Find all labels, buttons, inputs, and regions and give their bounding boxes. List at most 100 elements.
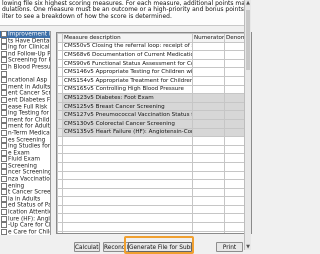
measure-list-item[interactable]: Screening for Hig xyxy=(0,57,50,64)
measure-description-cell[interactable]: CMS50v5 Closing the referral loop: recei… xyxy=(62,41,193,52)
measure-list-item[interactable]: ent Cancer Scr xyxy=(0,90,50,97)
numerator-cell[interactable] xyxy=(192,58,225,69)
checkbox-icon[interactable] xyxy=(1,143,7,150)
measure-list-item[interactable]: nd Follow-Up Plan xyxy=(0,50,50,58)
checkbox-icon[interactable] xyxy=(1,123,7,130)
measure-list-item[interactable]: ication Attention xyxy=(0,209,50,216)
measure-list-item[interactable]: ncer Screening xyxy=(0,169,50,176)
measure-description-cell[interactable]: CMS68v6 Documentation of Current Medicat… xyxy=(62,50,193,60)
measure-list-item[interactable]: e Care for Children xyxy=(0,228,50,235)
measure-description-cell[interactable]: CMS135v5 Heart Failure (HF): Angiotensin… xyxy=(62,127,193,138)
checkbox-icon[interactable] xyxy=(1,50,7,57)
measure-description-cell[interactable]: CMS90v6 Functional Status Assessment for… xyxy=(62,58,193,69)
column-header-description[interactable]: Measure description xyxy=(62,33,193,43)
checkbox-icon[interactable] xyxy=(1,110,7,117)
checkbox-icon[interactable] xyxy=(1,182,7,189)
measure-list-item[interactable]: ening xyxy=(0,182,50,190)
checkbox-icon[interactable] xyxy=(1,57,7,64)
checkbox-icon[interactable] xyxy=(1,189,7,196)
print-button[interactable]: Print xyxy=(216,242,243,252)
scroll-thumb[interactable] xyxy=(246,10,250,70)
checkbox-icon[interactable] xyxy=(1,222,7,229)
checkbox-icon[interactable] xyxy=(1,70,7,77)
measure-list-item[interactable] xyxy=(0,70,50,78)
measure-description-cell[interactable]: CMS127v5 Pneumococcal Vaccination Status… xyxy=(62,110,193,120)
measure-list-item[interactable]: ia in Adults xyxy=(0,195,50,203)
measure-list-item[interactable]: ing Studies for Lo xyxy=(0,143,50,150)
numerator-cell[interactable] xyxy=(192,84,225,95)
checkbox-icon[interactable] xyxy=(1,149,7,156)
numerator-cell[interactable] xyxy=(192,41,225,52)
table-row[interactable]: CMS123v5 Diabetes: Foot Exam xyxy=(57,93,251,103)
measure-description-cell[interactable]: CMS123v5 Diabetes: Foot Exam xyxy=(62,93,193,103)
checkbox-icon[interactable] xyxy=(1,162,7,169)
scroll-down-icon[interactable]: ▼ xyxy=(245,244,251,250)
numerator-cell[interactable] xyxy=(192,101,225,112)
measure-list-item[interactable]: t Cancer Screening xyxy=(0,189,50,196)
table-row[interactable]: CMS68v6 Documentation of Current Medicat… xyxy=(57,50,251,60)
measure-list-item[interactable]: nza Vaccination xyxy=(0,176,50,183)
measure-list-item[interactable]: ent Diabetes Fo xyxy=(0,96,50,104)
numerator-cell[interactable] xyxy=(192,75,225,86)
measure-list-item[interactable]: es Screening xyxy=(0,136,50,144)
measure-list-item[interactable]: ed Status of Patie xyxy=(0,202,50,209)
column-header-numerator[interactable]: Numerator xyxy=(192,33,225,43)
table-row[interactable]: CMS50v5 Closing the referral loop: recei… xyxy=(57,41,251,52)
checkbox-icon[interactable] xyxy=(1,228,7,235)
scroll-up-icon[interactable]: ▲ xyxy=(245,0,251,6)
numerator-cell[interactable] xyxy=(192,110,225,120)
table-row[interactable]: CMS154v5 Appropriate Treatment for Child… xyxy=(57,75,251,86)
table-row[interactable]: CMS135v5 Heart Failure (HF): Angiotensin… xyxy=(57,127,251,138)
measure-list-item[interactable]: -Up Care for Childr xyxy=(0,222,50,229)
measure-list-item[interactable]: Screening xyxy=(0,162,50,170)
measure-description-cell[interactable]: CMS165v5 Controlling High Blood Pressure xyxy=(62,84,193,95)
table-row[interactable]: CMS125v5 Breast Cancer Screening xyxy=(57,101,251,112)
measure-description-cell[interactable]: CMS130v5 Colorectal Cancer Screening xyxy=(62,118,193,129)
checkbox-icon[interactable] xyxy=(1,156,7,163)
table-row[interactable]: CMS165v5 Controlling High Blood Pressure xyxy=(57,84,251,95)
calculate-button[interactable]: Calculate xyxy=(74,242,100,252)
checkbox-icon[interactable] xyxy=(1,169,7,176)
measure-list-item[interactable]: ts Have Dental Ex xyxy=(0,37,50,45)
measure-list-item[interactable]: Fluid Exam xyxy=(0,156,50,163)
measure-description-cell[interactable]: CMS125v5 Breast Cancer Screening xyxy=(62,101,193,112)
checkbox-icon[interactable] xyxy=(1,209,7,216)
checkbox-icon[interactable] xyxy=(1,96,7,103)
checkbox-icon[interactable] xyxy=(1,77,7,84)
measure-list-item[interactable]: ease Full Risk xyxy=(0,103,50,111)
numerator-cell[interactable] xyxy=(192,127,225,138)
measure-list-item[interactable]: h Blood Pressu xyxy=(0,63,50,71)
numerator-cell[interactable] xyxy=(192,93,225,103)
checkbox-icon[interactable] xyxy=(1,116,7,123)
checkbox-icon[interactable] xyxy=(1,129,7,136)
checkbox-icon[interactable] xyxy=(1,195,7,202)
measure-list-item[interactable]: n-Term Medication xyxy=(0,129,50,137)
checkbox-icon[interactable] xyxy=(1,31,7,37)
numerator-cell[interactable] xyxy=(192,118,225,129)
checkbox-icon[interactable] xyxy=(1,202,7,209)
measure-list-item[interactable]: ment in Adults xyxy=(0,83,50,91)
measures-grid[interactable]: Measure description Numerator Denomi CMS… xyxy=(56,32,252,234)
measure-list-item[interactable]: Improvement in xyxy=(0,31,50,38)
table-row[interactable]: CMS127v5 Pneumococcal Vaccination Status… xyxy=(57,110,251,120)
measure-list-item[interactable]: ing Testing for Chi xyxy=(0,110,50,117)
table-row[interactable]: CMS130v5 Colorectal Cancer Screening xyxy=(57,118,251,129)
checkbox-icon[interactable] xyxy=(1,103,7,110)
table-row[interactable]: CMS146v5 Appropriate Testing for Childre… xyxy=(57,67,251,77)
checkbox-icon[interactable] xyxy=(1,83,7,90)
measure-list-item[interactable]: ing for Clinical D xyxy=(0,44,50,51)
measure-list-item[interactable]: ment for Adults xyxy=(0,123,50,130)
checkbox-icon[interactable] xyxy=(1,176,7,183)
window-scrollbar[interactable]: ▲ ▼ xyxy=(244,0,251,250)
checkbox-icon[interactable] xyxy=(1,215,7,222)
measure-list-item[interactable]: lure (HF): Angioten xyxy=(0,215,50,223)
measure-list-item[interactable]: ment for Children xyxy=(0,116,50,124)
numerator-cell[interactable] xyxy=(192,50,225,60)
checkbox-icon[interactable] xyxy=(1,90,7,97)
numerator-cell[interactable] xyxy=(192,67,225,77)
measure-list-panel[interactable]: Improvement ints Have Dental Exing for C… xyxy=(0,31,51,235)
checkbox-icon[interactable] xyxy=(1,37,7,44)
checkbox-icon[interactable] xyxy=(1,136,7,143)
checkbox-icon[interactable] xyxy=(1,63,7,70)
table-row[interactable]: CMS90v6 Functional Status Assessment for… xyxy=(57,58,251,69)
